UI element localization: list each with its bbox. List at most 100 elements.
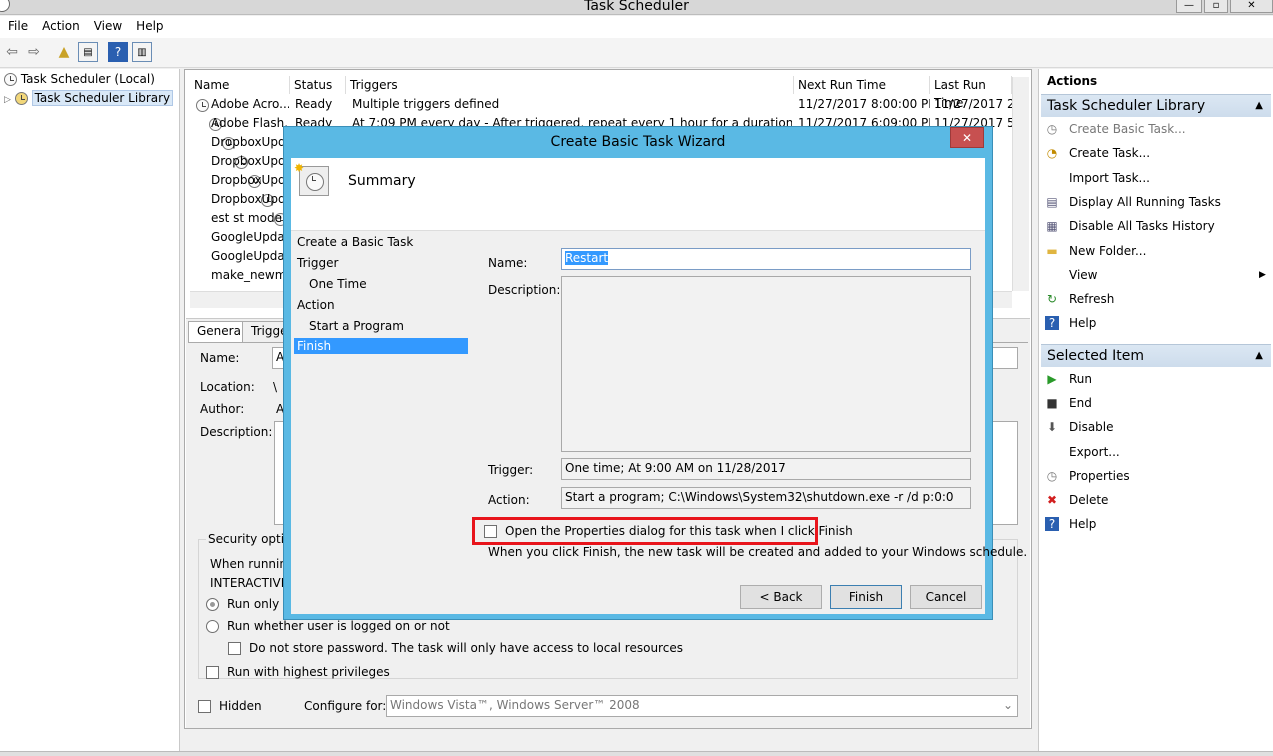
task-clock-icon: ✸ xyxy=(294,161,329,196)
up-folder-icon[interactable]: ▲ xyxy=(54,42,74,62)
author-label: Author: xyxy=(200,402,245,416)
menu-bar: File Action View Help xyxy=(0,16,1273,38)
configure-for-label: Configure for: xyxy=(304,699,387,713)
action-new-folder[interactable]: ▬ New Folder... xyxy=(1045,241,1146,261)
running-tasks-icon: ▤ xyxy=(1046,194,1058,209)
maximize-button[interactable]: ▫ xyxy=(1204,0,1228,13)
cell-name: DropboxUpd... xyxy=(211,192,289,206)
wizard-action-value: Start a program; C:\Windows\System32\shu… xyxy=(561,487,971,509)
when-running-label: When running xyxy=(210,557,295,571)
cell-last-run: 11/27/2017 2:3 xyxy=(934,97,1012,111)
task-clock-icon xyxy=(196,99,209,112)
navigation-tree: Task Scheduler (Local) ▷ Task Scheduler … xyxy=(0,69,180,756)
action-refresh[interactable]: ↻ Refresh xyxy=(1045,289,1114,309)
title-bar: Task Scheduler — ▫ ✕ xyxy=(0,0,1273,15)
window-title: Task Scheduler xyxy=(584,0,689,14)
cell-name: DropboxUpd... xyxy=(211,173,289,187)
library-section-header[interactable]: Task Scheduler Library ▲ xyxy=(1041,94,1271,117)
folder-clock-icon xyxy=(14,92,28,105)
step-finish: Finish xyxy=(294,338,468,354)
menu-help[interactable]: Help xyxy=(128,16,169,33)
minimize-button[interactable]: — xyxy=(1176,0,1202,13)
end-icon: ■ xyxy=(1046,396,1058,411)
selected-action-properties[interactable]: ◷ Properties xyxy=(1045,466,1130,486)
hidden-checkbox[interactable]: Hidden xyxy=(198,699,262,713)
cell-next-run: 11/27/2017 8:00:00 PM xyxy=(798,97,930,111)
menu-action[interactable]: Action xyxy=(34,16,86,33)
selected-action-delete[interactable]: ✖ Delete xyxy=(1045,490,1108,510)
col-header-triggers[interactable]: Triggers xyxy=(346,76,794,94)
action-help[interactable]: ? Help xyxy=(1045,313,1096,333)
cell-name: GoogleUpda... xyxy=(211,249,289,263)
disable-icon: ⬇ xyxy=(1046,420,1058,435)
close-button[interactable]: ✕ xyxy=(1230,0,1273,13)
chevron-down-icon: ⌄ xyxy=(1002,698,1013,712)
selected-item-section-header[interactable]: Selected Item ▲ xyxy=(1041,344,1271,367)
selected-action-help[interactable]: ? Help xyxy=(1045,514,1096,534)
run-only-logged-on-radio[interactable]: Run only v xyxy=(206,597,290,611)
wizard-heading: Summary xyxy=(348,173,416,189)
wizard-description-label: Description: xyxy=(488,283,561,297)
location-value: \ xyxy=(273,380,278,394)
forward-arrow-icon[interactable]: ⇨ xyxy=(24,42,44,62)
back-arrow-icon[interactable]: ⇦ xyxy=(2,42,22,62)
cell-name: Adobe Flash... xyxy=(211,116,289,130)
wizard-action-label: Action: xyxy=(488,493,530,507)
wizard-trigger-label: Trigger: xyxy=(488,463,534,477)
history-icon: ▦ xyxy=(1046,219,1058,234)
step-start-a-program: Start a Program xyxy=(309,319,404,333)
selected-action-export[interactable]: Export... xyxy=(1045,442,1120,462)
location-label: Location: xyxy=(200,380,255,394)
show-hide-tree-icon[interactable]: ▤ xyxy=(78,42,98,62)
action-disable-all-tasks-history[interactable]: ▦ Disable All Tasks History xyxy=(1045,216,1214,236)
tab-triggers[interactable]: Trigge xyxy=(242,321,284,342)
show-action-pane-icon[interactable]: ▥ xyxy=(132,42,152,62)
step-create-basic-task: Create a Basic Task xyxy=(297,235,414,249)
col-header-next-run[interactable]: Next Run Time xyxy=(794,76,930,94)
action-display-all-running-tasks[interactable]: ▤ Display All Running Tasks xyxy=(1045,192,1221,212)
wizard-close-button[interactable]: ✕ xyxy=(950,127,984,148)
step-trigger: Trigger xyxy=(297,256,339,270)
finish-button[interactable]: Finish xyxy=(830,585,902,609)
selected-action-run[interactable]: ▶ Run xyxy=(1045,369,1092,389)
selected-action-disable[interactable]: ⬇ Disable xyxy=(1045,417,1114,437)
wizard-trigger-value: One time; At 9:00 AM on 11/28/2017 xyxy=(561,458,971,480)
action-view[interactable]: View ▶ xyxy=(1045,265,1266,285)
do-not-store-password-checkbox[interactable]: Do not store password. The task will onl… xyxy=(228,641,683,655)
create-basic-task-wizard: Create Basic Task Wizard ✕ ✸ Summary Cre… xyxy=(283,126,1027,620)
actions-pane: Actions Task Scheduler Library ▲ ◷ Create … xyxy=(1038,69,1273,756)
collapse-icon: ▲ xyxy=(1255,100,1263,111)
col-header-last-run[interactable]: Last Run Time xyxy=(930,76,1012,110)
step-action: Action xyxy=(297,298,335,312)
wizard-name-field[interactable]: Restart xyxy=(561,248,971,270)
run-whether-logged-on-radio[interactable]: Run whether user is logged on or not xyxy=(206,619,450,633)
create-basic-task-icon: ◷ xyxy=(1046,122,1058,136)
menu-file[interactable]: File xyxy=(0,16,34,33)
cell-name: DropboxUpd... xyxy=(211,154,289,168)
cell-name: est st model xyxy=(211,211,286,225)
cell-name: GoogleUpda... xyxy=(211,230,289,244)
cancel-button[interactable]: Cancel xyxy=(910,585,982,609)
tree-item-library[interactable]: ▷ Task Scheduler Library xyxy=(4,90,174,106)
col-header-name[interactable]: Name xyxy=(190,76,290,94)
help-icon[interactable]: ? xyxy=(108,42,128,62)
action-import-task[interactable]: Import Task... xyxy=(1045,168,1150,188)
menu-view[interactable]: View xyxy=(86,16,128,33)
col-header-status[interactable]: Status xyxy=(290,76,346,94)
selected-action-end[interactable]: ■ End xyxy=(1045,393,1091,413)
action-create-basic-task[interactable]: ◷ Create Basic Task... xyxy=(1045,119,1186,139)
open-properties-checkbox[interactable]: Open the Properties dialog for this task… xyxy=(484,524,853,538)
back-button[interactable]: < Back xyxy=(740,585,822,609)
submenu-arrow-icon: ▶ xyxy=(1259,269,1266,280)
highest-privileges-checkbox[interactable]: Run with highest privileges xyxy=(206,665,390,679)
action-create-task[interactable]: ◔ Create Task... xyxy=(1045,143,1150,163)
tree-item-local[interactable]: Task Scheduler (Local) xyxy=(4,72,155,86)
configure-for-select[interactable]: Windows Vista™, Windows Server™ 2008 ⌄ xyxy=(386,695,1018,717)
cell-name: Adobe Acro... xyxy=(211,97,289,111)
wizard-description-field[interactable] xyxy=(561,276,971,452)
vertical-scrollbar[interactable] xyxy=(1012,77,1029,291)
collapse-icon: ▲ xyxy=(1255,350,1263,361)
properties-icon: ◷ xyxy=(1046,468,1058,483)
help-icon: ? xyxy=(1045,517,1059,532)
user-account-value: INTERACTIVE xyxy=(210,576,289,590)
